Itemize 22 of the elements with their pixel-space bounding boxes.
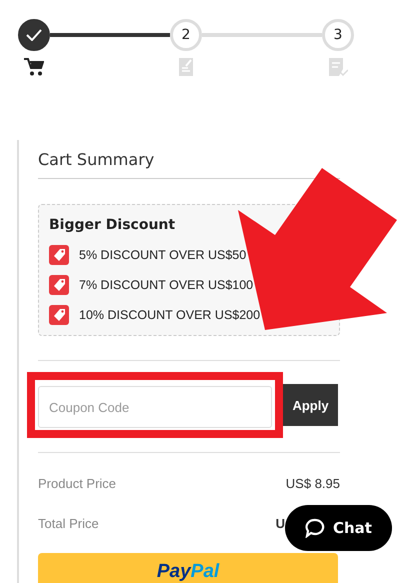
price-label: Total Price [38, 516, 99, 530]
chat-button[interactable]: Chat [285, 505, 392, 551]
discount-text: 5% DISCOUNT OVER US$50 [79, 248, 246, 262]
price-value: US$ 8.95 [286, 476, 340, 490]
step-number: 2 [182, 27, 190, 43]
document-check-icon [328, 58, 348, 76]
speech-bubble-icon [305, 518, 325, 538]
price-label: Product Price [38, 476, 116, 490]
tag-icon [49, 245, 69, 265]
cart-icon [24, 58, 44, 76]
check-icon [26, 29, 42, 41]
discount-title: Bigger Discount [49, 217, 176, 234]
step-number: 3 [334, 27, 342, 43]
discount-text: 7% DISCOUNT OVER US$100 [79, 278, 254, 292]
tag-icon [49, 275, 69, 295]
coupon-code-field[interactable]: Coupon Code [38, 386, 272, 428]
price-value: U [276, 516, 285, 530]
discount-text: 10% DISCOUNT OVER US$200 [79, 308, 260, 322]
apply-button[interactable]: Apply [283, 384, 338, 426]
document-edit-icon [178, 58, 194, 76]
tag-icon [49, 305, 69, 325]
paypal-button[interactable]: PayPal [38, 553, 338, 583]
